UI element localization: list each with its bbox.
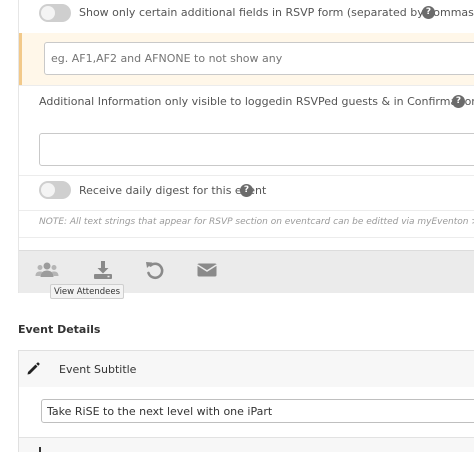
download-icon[interactable] [91,259,115,281]
event-subtitle-label: Event Subtitle [59,363,137,376]
event-details-box: Event Subtitle [18,350,474,452]
additional-info-textarea[interactable] [39,133,474,166]
section-title: Event Details [18,323,101,336]
additional-fields-label: Show only certain additional fields in R… [79,6,474,19]
daily-digest-toggle[interactable] [39,181,71,199]
toggle-knob [41,183,55,197]
additional-fields-toggle[interactable] [39,4,71,22]
help-icon[interactable]: ? [422,6,435,19]
divider [19,85,474,86]
divider [19,175,474,176]
page: Show only certain additional fields in R… [0,0,474,452]
divider [19,210,474,211]
help-icon[interactable]: ? [240,184,253,197]
rsvp-settings-panel: Show only certain additional fields in R… [18,0,474,293]
help-icon[interactable]: ? [452,95,465,108]
divider [19,237,474,238]
users-icon[interactable] [35,259,59,281]
envelope-icon[interactable] [195,259,219,281]
undo-icon[interactable] [143,259,167,281]
divider [19,437,474,438]
pencil-icon [25,361,41,381]
additional-fields-input[interactable] [44,42,474,75]
daily-digest-label: Receive daily digest for this event [79,184,267,197]
view-attendees-tooltip: View Attendees [50,284,124,299]
toggle-knob [41,6,55,20]
additional-info-label: Additional Information only visible to l… [39,95,474,108]
event-subtitle-input[interactable] [41,399,474,423]
next-row-icon-partial [39,447,41,452]
rsvp-note: NOTE: All text strings that appear for R… [39,217,474,227]
